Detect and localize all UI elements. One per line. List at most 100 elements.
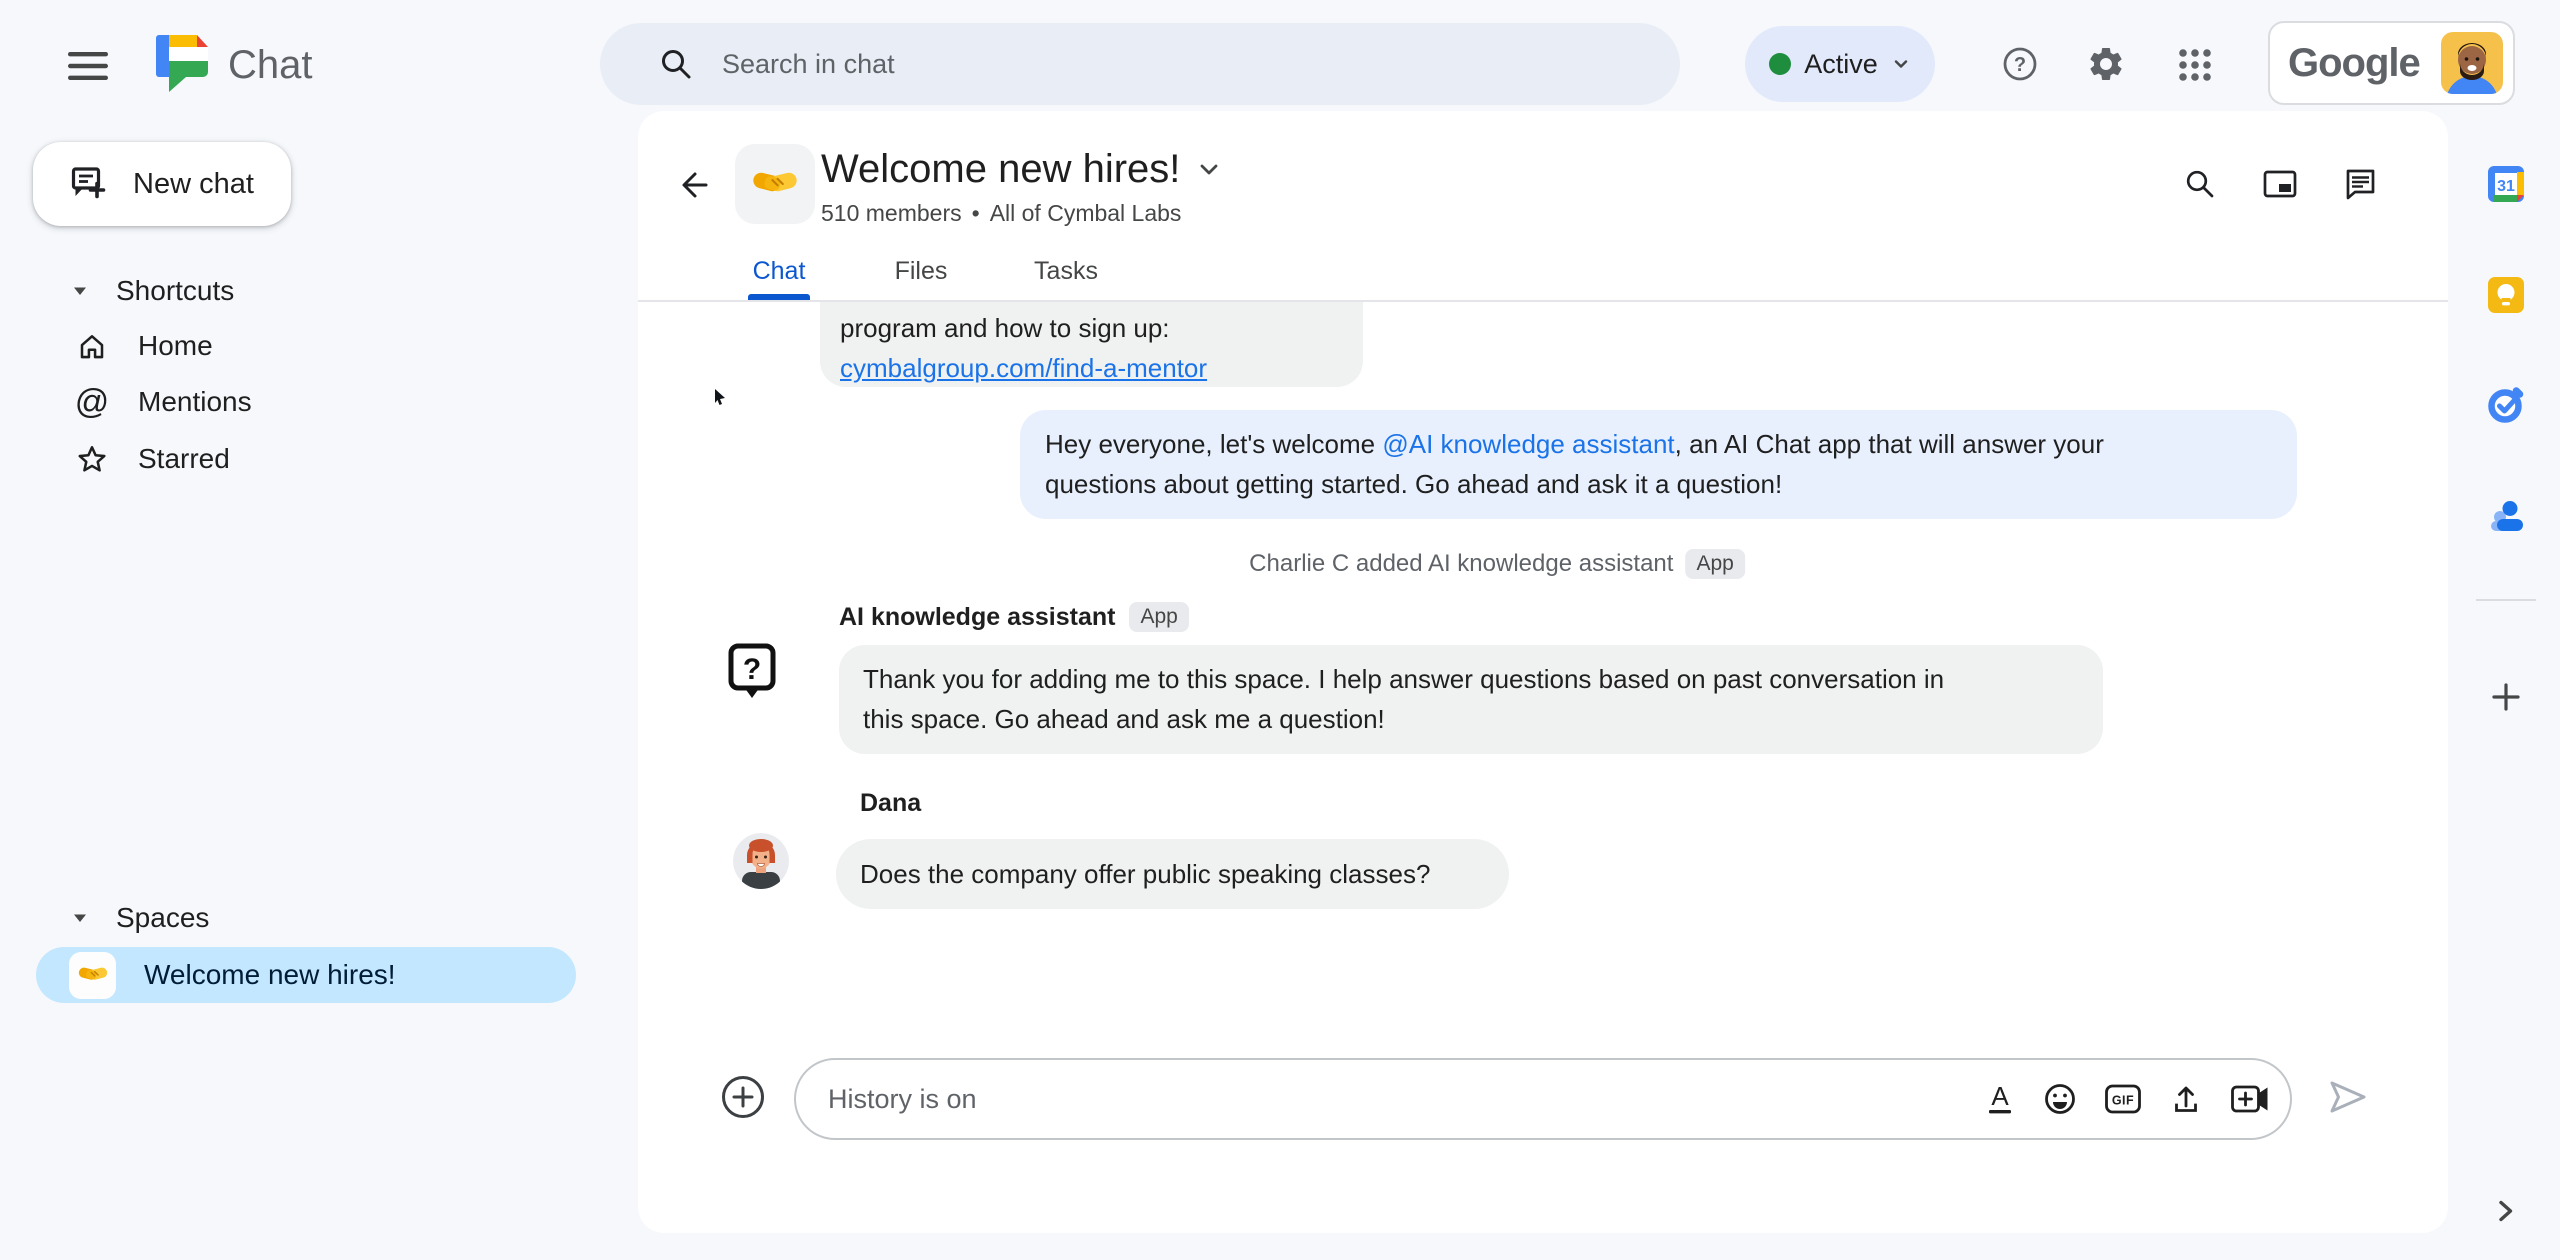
svg-text:?: ? xyxy=(2014,54,2026,76)
tab-tasks[interactable]: Tasks xyxy=(1026,257,1106,286)
help-button[interactable]: ? xyxy=(2000,44,2040,84)
page-title: Welcome new hires! xyxy=(821,146,1181,191)
emoji-icon xyxy=(2045,1084,2075,1114)
tab-chat[interactable]: Chat xyxy=(734,257,824,286)
product-name: Chat xyxy=(228,43,313,87)
caret-down-icon xyxy=(74,287,86,295)
message-bubble-clipped: program and how to sign up: cymbalgroup.… xyxy=(820,302,1363,387)
chevron-down-icon xyxy=(1894,60,1907,68)
sidebar-item-space-welcome-new-hires[interactable]: Welcome new hires! xyxy=(36,947,576,1003)
message-input[interactable] xyxy=(828,1083,1984,1115)
message-text: this space. Go ahead and ask me a questi… xyxy=(863,704,1385,734)
handshake-emoji-icon xyxy=(69,951,116,999)
keep-app-button[interactable] xyxy=(2486,275,2526,315)
sender-name: AI knowledge assistant xyxy=(839,602,1116,631)
help-icon: ? xyxy=(2003,47,2037,81)
keep-icon xyxy=(2488,277,2524,313)
chevron-right-icon xyxy=(2499,1200,2513,1222)
mouse-cursor xyxy=(715,389,725,405)
svg-text:?: ? xyxy=(743,653,761,686)
search-icon xyxy=(2186,170,2214,198)
sidebar-item-home[interactable]: Home xyxy=(66,325,213,367)
avatar[interactable] xyxy=(2441,32,2503,94)
get-add-ons-button[interactable] xyxy=(2490,681,2522,713)
arrow-left-icon xyxy=(682,172,708,198)
apps-grid-button[interactable] xyxy=(2176,46,2214,84)
threads-button[interactable] xyxy=(2341,165,2379,203)
main-menu-button[interactable] xyxy=(62,46,114,86)
message-icon xyxy=(2346,169,2375,200)
app-badge: App xyxy=(1129,602,1189,632)
picture-in-picture-icon xyxy=(2263,170,2297,198)
add-attachment-button[interactable] xyxy=(720,1074,766,1120)
chat-product-logo xyxy=(155,35,213,93)
calendar-icon: 31 xyxy=(2488,166,2524,202)
message-text: Hey everyone, let's welcome @AI knowledg… xyxy=(1045,429,2104,459)
search-bar[interactable] xyxy=(600,23,1680,105)
caret-down-icon xyxy=(74,914,86,922)
format-text-icon: A xyxy=(1989,1081,2011,1114)
space-subtitle: 510 members • All of Cymbal Labs xyxy=(821,199,1181,227)
space-title-menu[interactable]: Welcome new hires! xyxy=(821,145,1222,193)
google-logo: Google xyxy=(2288,40,2421,85)
status-selector[interactable]: Active xyxy=(1745,26,1935,102)
video-meeting-button[interactable] xyxy=(2230,1082,2270,1116)
plus-circle-icon xyxy=(722,1076,764,1118)
subtitle-dot: • xyxy=(971,199,980,226)
contacts-icon xyxy=(2491,501,2523,531)
gif-button[interactable]: GIF xyxy=(2104,1082,2142,1116)
mention-ai-knowledge-assistant[interactable]: @AI knowledge assistant xyxy=(1382,429,1674,459)
system-event: Charlie C added AI knowledge assistant A… xyxy=(1249,548,1745,580)
back-button[interactable] xyxy=(674,165,714,205)
sidebar-item-mentions[interactable]: @ Mentions xyxy=(66,381,252,423)
app-badge: App xyxy=(1685,549,1745,579)
hamburger-icon xyxy=(68,52,108,80)
avatar-dana xyxy=(733,833,789,889)
send-button[interactable] xyxy=(2327,1076,2369,1118)
gif-icon: GIF xyxy=(2105,1084,2141,1114)
calendar-app-button[interactable]: 31 xyxy=(2486,164,2526,204)
spaces-section-header[interactable]: Spaces xyxy=(70,899,209,937)
space-avatar-handshake-icon xyxy=(735,144,815,224)
upload-icon xyxy=(2175,1086,2197,1112)
message-bubble-announcement: Hey everyone, let's welcome @AI knowledg… xyxy=(1020,410,2297,519)
tab-files[interactable]: Files xyxy=(881,257,961,286)
message-compose-bar: A GIF xyxy=(794,1058,2292,1140)
chevron-down-icon xyxy=(1201,164,1218,175)
active-status-dot-icon xyxy=(1769,53,1792,75)
settings-button[interactable] xyxy=(2086,44,2126,84)
rail-divider xyxy=(2476,599,2536,601)
emoji-button[interactable] xyxy=(2042,1081,2078,1117)
search-in-space-button[interactable] xyxy=(2181,165,2219,203)
svg-text:GIF: GIF xyxy=(2112,1094,2134,1108)
mentor-link[interactable]: cymbalgroup.com/find-a-mentor xyxy=(840,353,1207,383)
system-event-text: Charlie C added AI knowledge assistant xyxy=(1249,550,1674,577)
tasks-app-button[interactable] xyxy=(2486,385,2526,425)
svg-text:31: 31 xyxy=(2497,178,2515,195)
format-button[interactable]: A xyxy=(1984,1081,2016,1117)
message-bubble-ai: Thank you for adding me to this space. I… xyxy=(839,645,2103,754)
sidebar-item-starred[interactable]: Starred xyxy=(66,438,230,480)
shortcuts-section-header[interactable]: Shortcuts xyxy=(70,272,234,310)
send-icon xyxy=(2330,1081,2366,1113)
expand-side-panel-button[interactable] xyxy=(2490,1196,2520,1226)
google-chat-app: Chat Active ? xyxy=(0,0,2560,1260)
message-text: Thank you for adding me to this space. I… xyxy=(863,664,1945,694)
upload-button[interactable] xyxy=(2168,1081,2204,1117)
new-chat-button[interactable]: New chat xyxy=(33,142,291,226)
gear-icon xyxy=(2090,48,2122,80)
pop-out-chat-button[interactable] xyxy=(2261,165,2299,203)
new-chat-icon xyxy=(71,167,106,199)
search-input[interactable] xyxy=(722,48,1482,80)
status-label: Active xyxy=(1804,48,1878,79)
message-text: Does the company offer public speaking c… xyxy=(860,859,1431,889)
message-text: program and how to sign up: xyxy=(840,313,1170,343)
contacts-app-button[interactable] xyxy=(2486,495,2526,535)
add-icon xyxy=(2492,683,2520,711)
member-count[interactable]: 510 members xyxy=(821,200,962,227)
ai-assistant-avatar-icon: ? xyxy=(727,642,777,704)
home-icon xyxy=(66,330,118,362)
conversation-panel: Welcome new hires! 510 members • All of … xyxy=(638,111,2448,1233)
search-icon xyxy=(662,50,691,79)
google-account-card: Google xyxy=(2268,21,2515,105)
